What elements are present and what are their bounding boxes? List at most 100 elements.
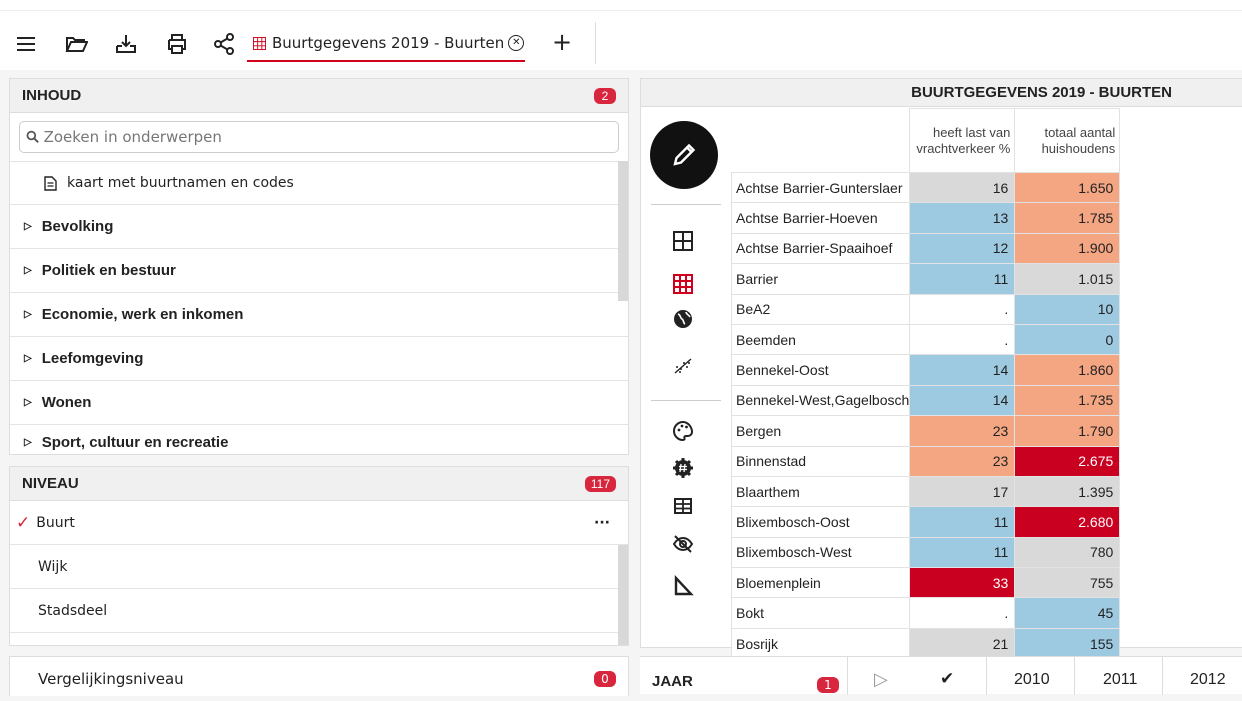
- table-row[interactable]: Achtse Barrier-Spaaihoef 12 1.900: [730, 232, 1121, 265]
- top-toolbar: Buurtgegevens 2019 - Buurten ✕ +: [0, 0, 1242, 70]
- list-item-label: Politiek en bestuur: [41, 262, 176, 279]
- column-header-vrachtverkeer[interactable]: heeft last van vrachtverkeer %: [909, 108, 1016, 173]
- table-row[interactable]: Bennekel-West,Gagelbosch 14 1.735: [730, 384, 1121, 417]
- niveau-item-wijk[interactable]: Wijk: [10, 545, 628, 589]
- print-icon[interactable]: [163, 30, 191, 58]
- cell-huishoudens: 1.015: [1014, 263, 1121, 295]
- cell-huishoudens: 0: [1014, 323, 1121, 356]
- table-row[interactable]: Bennekel-Oost 14 1.860: [730, 354, 1121, 386]
- document-icon: [44, 175, 57, 191]
- panel-title: INHOUD: [22, 87, 82, 104]
- niveau-item-buurt[interactable]: ✓ Buurt ···: [10, 501, 628, 545]
- list-item-wonen[interactable]: ▷ Wonen: [10, 381, 628, 425]
- list-item-label: Wonen: [41, 394, 92, 411]
- table-row[interactable]: Blaarthem 17 1.395: [730, 475, 1121, 508]
- play-icon[interactable]: ▷: [874, 669, 888, 690]
- jaar-bar: JAAR 1 ▷ ✔ 2010 2011 2012: [640, 656, 1242, 695]
- cell-vrachtverkeer: 13: [909, 202, 1016, 234]
- table-row[interactable]: Bergen 23 1.790: [730, 415, 1121, 447]
- row-name: Bergen: [730, 415, 911, 447]
- cell-huishoudens: 1.860: [1014, 354, 1121, 386]
- table-row[interactable]: Achtse Barrier-Gunterslaer 16 1.650: [730, 171, 1121, 204]
- search-input[interactable]: [43, 128, 618, 146]
- triangle-right-icon: ▷: [24, 265, 32, 276]
- cell-huishoudens: 10: [1014, 293, 1121, 325]
- scrollbar[interactable]: [618, 161, 628, 301]
- table-row[interactable]: Achtse Barrier-Hoeven 13 1.785: [730, 202, 1121, 234]
- add-tab-button[interactable]: +: [552, 30, 572, 54]
- year-2012[interactable]: 2012: [1190, 671, 1226, 689]
- gear-hash-icon[interactable]: [670, 455, 696, 481]
- table-row[interactable]: Beemden. 0: [730, 323, 1121, 356]
- menu-icon[interactable]: [12, 30, 40, 58]
- row-name: Bennekel-Oost: [730, 354, 911, 386]
- table-row[interactable]: BeA2. 10: [730, 293, 1121, 325]
- table-row[interactable]: Barrier 11 1.015: [730, 263, 1121, 295]
- list-item-economie[interactable]: ▷ Economie, werk en inkomen: [10, 293, 628, 337]
- table-view-icon[interactable]: [670, 228, 696, 254]
- cell-huishoudens: 1.785: [1014, 202, 1121, 234]
- panel-title: NIVEAU: [22, 475, 79, 492]
- list-item-politiek[interactable]: ▷ Politiek en bestuur: [10, 249, 628, 293]
- list-item-label: kaart met buurtnamen en codes: [67, 175, 294, 191]
- cell-vrachtverkeer: .: [909, 597, 1016, 629]
- more-icon[interactable]: ···: [594, 515, 610, 531]
- cell-huishoudens: 1.650: [1014, 171, 1121, 204]
- palette-icon[interactable]: [670, 418, 696, 444]
- niveau-item-stadsdeel[interactable]: Stadsdeel: [10, 589, 628, 633]
- year-2011[interactable]: 2011: [1103, 671, 1137, 689]
- row-name: Achtse Barrier-Spaaihoef: [730, 232, 911, 265]
- check-icon: ✓: [16, 512, 31, 533]
- vergelijking-panel[interactable]: Vergelijkingsniveau 0: [9, 656, 629, 696]
- list-item-label: Bevolking: [41, 218, 114, 235]
- globe-icon[interactable]: [670, 306, 696, 332]
- list-item-leefomgeving[interactable]: ▷ Leefomgeving: [10, 337, 628, 381]
- folder-open-icon[interactable]: [62, 30, 90, 58]
- table-row[interactable]: Blixembosch-West 11 780: [730, 536, 1121, 569]
- row-name: Barrier: [730, 263, 911, 295]
- share-icon[interactable]: [210, 30, 238, 58]
- search-box: [19, 121, 619, 153]
- list-item-label: Leefomgeving: [41, 350, 144, 367]
- cell-huishoudens: 2.680: [1014, 506, 1121, 538]
- download-icon[interactable]: [112, 30, 140, 58]
- niveau-badge: 117: [584, 475, 616, 492]
- cell-vrachtverkeer: .: [909, 293, 1016, 325]
- jaar-badge: 1: [817, 677, 839, 693]
- list-item-bevolking[interactable]: ▷ Bevolking: [10, 205, 628, 249]
- check-all-icon[interactable]: ✔: [940, 669, 954, 689]
- table-row[interactable]: Bosrijk 21 155: [730, 627, 1121, 660]
- list-item-sport[interactable]: ▷ Sport, cultuur en recreatie: [10, 425, 628, 459]
- triangle-right-icon: ▷: [24, 436, 32, 448]
- cell-vrachtverkeer: 21: [909, 627, 1016, 660]
- eye-off-icon[interactable]: [670, 531, 696, 557]
- cell-huishoudens: 780: [1014, 536, 1121, 569]
- scrollbar[interactable]: [618, 545, 628, 645]
- table-row[interactable]: Binnenstad 23 2.675: [730, 445, 1121, 477]
- cell-vrachtverkeer: 23: [909, 415, 1016, 447]
- header-text: totaal aantal: [1044, 124, 1116, 140]
- tab-buurtgegevens[interactable]: Buurtgegevens 2019 - Buurten ✕: [247, 26, 525, 62]
- vergelijking-badge: 0: [594, 671, 616, 687]
- cell-vrachtverkeer: .: [909, 323, 1016, 356]
- grid-table-icon[interactable]: [670, 271, 696, 297]
- row-name: Beemden: [730, 323, 911, 356]
- triangle-ruler-icon[interactable]: [670, 573, 696, 599]
- inhoud-badge: 2: [594, 87, 616, 104]
- table-row[interactable]: Blixembosch-Oost 11 2.680: [730, 506, 1121, 538]
- cell-huishoudens: 1.395: [1014, 475, 1121, 508]
- list-item-kaart[interactable]: kaart met buurtnamen en codes: [10, 161, 628, 205]
- table-settings-icon[interactable]: [670, 493, 696, 519]
- table-row[interactable]: Bloemenplein 33 755: [730, 567, 1121, 599]
- table-row[interactable]: Bokt. 45: [730, 597, 1121, 629]
- list-item-label: Economie, werk en inkomen: [41, 306, 244, 323]
- close-icon[interactable]: ✕: [508, 35, 525, 51]
- triangle-right-icon: ▷: [24, 397, 32, 408]
- triangle-right-icon: ▷: [24, 221, 32, 232]
- column-header-huishoudens[interactable]: totaal aantal huishoudens: [1014, 108, 1121, 173]
- cell-vrachtverkeer: 11: [909, 263, 1016, 295]
- scatter-chart-icon[interactable]: [670, 352, 696, 378]
- cell-huishoudens: 2.675: [1014, 445, 1121, 477]
- year-2010[interactable]: 2010: [1014, 671, 1050, 689]
- edit-button[interactable]: [650, 121, 718, 189]
